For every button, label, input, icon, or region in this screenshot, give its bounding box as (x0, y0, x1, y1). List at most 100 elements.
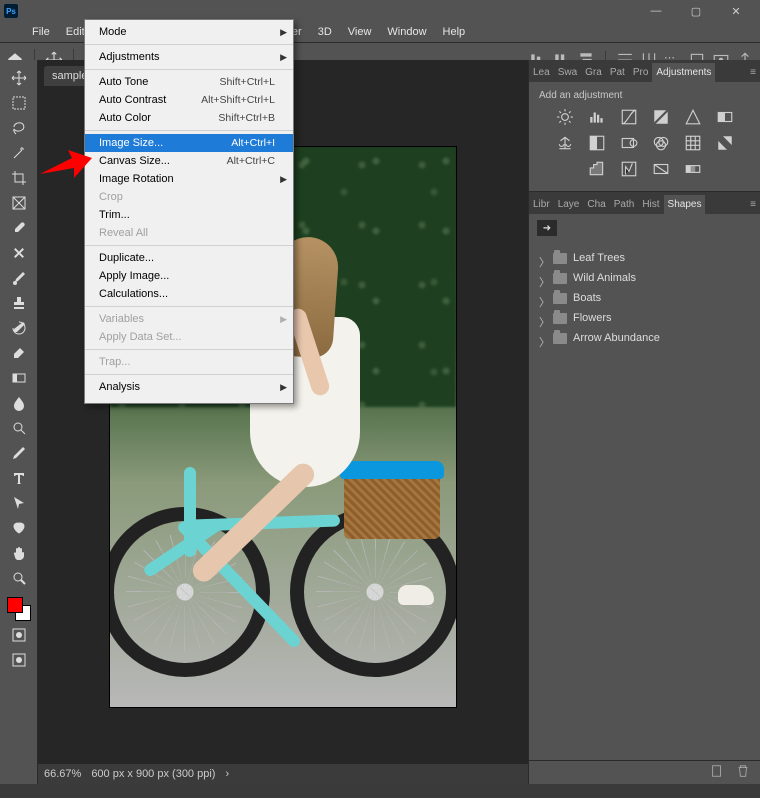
folder-icon (553, 333, 567, 344)
hue-icon[interactable] (716, 109, 734, 125)
menu-file[interactable]: File (24, 24, 58, 40)
vibrance-icon[interactable] (684, 109, 702, 125)
hand-tool[interactable] (6, 541, 32, 564)
panel-menu-icon[interactable]: ≡ (746, 195, 760, 214)
dodge-tool[interactable] (6, 416, 32, 439)
panel-footer (529, 760, 760, 784)
history-tool[interactable] (6, 316, 32, 339)
exposure-icon[interactable] (652, 109, 670, 125)
balance-icon[interactable] (556, 135, 574, 151)
color-swatch[interactable] (7, 597, 31, 621)
pen-tool[interactable] (6, 441, 32, 464)
gradient-map-icon[interactable] (684, 161, 702, 177)
path-tool[interactable] (6, 491, 32, 514)
shape-folder[interactable]: 〉Boats (533, 288, 756, 308)
type-tool[interactable] (6, 466, 32, 489)
menu-item-trim[interactable]: Trim... (85, 206, 293, 224)
invert-icon[interactable] (716, 135, 734, 151)
new-icon[interactable] (710, 764, 724, 781)
shape-folder[interactable]: 〉Wild Animals (533, 268, 756, 288)
shape-folder[interactable]: 〉Leaf Trees (533, 248, 756, 268)
menu-item-adjustments[interactable]: Adjustments▶ (85, 48, 293, 66)
frame-tool[interactable] (6, 191, 32, 214)
marquee-tool[interactable] (6, 91, 32, 114)
menu-item-apply-image[interactable]: Apply Image... (85, 267, 293, 285)
menu-help[interactable]: Help (435, 24, 474, 40)
menu-item-calculations[interactable]: Calculations... (85, 285, 293, 303)
maximize-button[interactable]: ▢ (676, 2, 716, 20)
tab-gra[interactable]: Gra (581, 63, 606, 82)
levels-icon[interactable] (588, 109, 606, 125)
menu-item-analysis[interactable]: Analysis▶ (85, 378, 293, 396)
curves-icon[interactable] (620, 109, 638, 125)
tab-path[interactable]: Path (610, 195, 639, 214)
menu-item-mode[interactable]: Mode▶ (85, 23, 293, 41)
stamp-tool[interactable] (6, 291, 32, 314)
arrow-icon[interactable]: ➜ (537, 220, 557, 236)
trash-icon[interactable] (736, 764, 750, 781)
tab-pat[interactable]: Pat (606, 63, 629, 82)
folder-icon (553, 273, 567, 284)
status-bar: 66.67% 600 px x 900 px (300 ppi) › (38, 764, 528, 784)
menu-item-crop: Crop (85, 188, 293, 206)
lasso-tool[interactable] (6, 116, 32, 139)
bottom-strip (0, 784, 760, 798)
move-tool[interactable] (6, 66, 32, 89)
eyedrop-tool[interactable] (6, 216, 32, 239)
zoom-tool[interactable] (6, 566, 32, 589)
shapes-panel: LibrLayeChaPathHistShapes ≡ ➜ 〉Leaf Trees… (529, 191, 760, 784)
tab-adjustments[interactable]: Adjustments (652, 63, 715, 82)
tab-pro[interactable]: Pro (629, 63, 653, 82)
menu-item-duplicate[interactable]: Duplicate... (85, 249, 293, 267)
brightness-icon[interactable] (556, 109, 574, 125)
window-buttons: — ▢ ✕ (636, 2, 756, 20)
wand-tool[interactable] (6, 141, 32, 164)
gradient-tool[interactable] (6, 366, 32, 389)
lookup-icon[interactable] (684, 135, 702, 151)
shape-folder[interactable]: 〉Arrow Abundance (533, 328, 756, 348)
tab-cha[interactable]: Cha (583, 195, 609, 214)
bw-icon[interactable] (588, 135, 606, 151)
tab-lea[interactable]: Lea (529, 63, 554, 82)
app-icon: Ps (4, 4, 18, 18)
menu-item-auto-contrast[interactable]: Auto ContrastAlt+Shift+Ctrl+L (85, 91, 293, 109)
brush-tool[interactable] (6, 266, 32, 289)
heal-tool[interactable] (6, 241, 32, 264)
quick-mask-icon[interactable] (6, 623, 32, 646)
tab-laye[interactable]: Laye (554, 195, 584, 214)
menu-item-auto-color[interactable]: Auto ColorShift+Ctrl+B (85, 109, 293, 127)
channel-mixer-icon[interactable] (652, 135, 670, 151)
photo-filter-icon[interactable] (620, 135, 638, 151)
folder-icon (553, 293, 567, 304)
shape-tool[interactable] (6, 516, 32, 539)
tab-shapes[interactable]: Shapes (664, 195, 706, 214)
tab-swa[interactable]: Swa (554, 63, 581, 82)
blur-tool[interactable] (6, 391, 32, 414)
crop-tool[interactable] (6, 166, 32, 189)
tab-hist[interactable]: Hist (638, 195, 663, 214)
shape-folder[interactable]: 〉Flowers (533, 308, 756, 328)
eraser-tool[interactable] (6, 341, 32, 364)
folder-label: Wild Animals (573, 272, 636, 284)
threshold-icon[interactable] (620, 161, 638, 177)
selective-icon[interactable] (652, 161, 670, 177)
tab-libr[interactable]: Libr (529, 195, 554, 214)
chevron-right-icon[interactable]: › (225, 768, 229, 780)
menu-item-image-size[interactable]: Image Size...Alt+Ctrl+I (85, 134, 293, 152)
menu-item-canvas-size[interactable]: Canvas Size...Alt+Ctrl+C (85, 152, 293, 170)
menu-view[interactable]: View (340, 24, 380, 40)
panel-menu-icon[interactable]: ≡ (746, 63, 760, 82)
menu-window[interactable]: Window (379, 24, 434, 40)
minimize-button[interactable]: — (636, 2, 676, 20)
folder-icon (553, 253, 567, 264)
adjustments-grid (539, 107, 750, 179)
menu-item-auto-tone[interactable]: Auto ToneShift+Ctrl+L (85, 73, 293, 91)
screen-mode-icon[interactable] (6, 648, 32, 671)
menu-3d[interactable]: 3D (310, 24, 340, 40)
folder-label: Arrow Abundance (573, 332, 660, 344)
adjustments-panel: Add an adjustment (529, 82, 760, 191)
close-button[interactable]: ✕ (716, 2, 756, 20)
posterize-icon[interactable] (588, 161, 606, 177)
zoom-level[interactable]: 66.67% (44, 768, 81, 780)
menu-item-image-rotation[interactable]: Image Rotation▶ (85, 170, 293, 188)
